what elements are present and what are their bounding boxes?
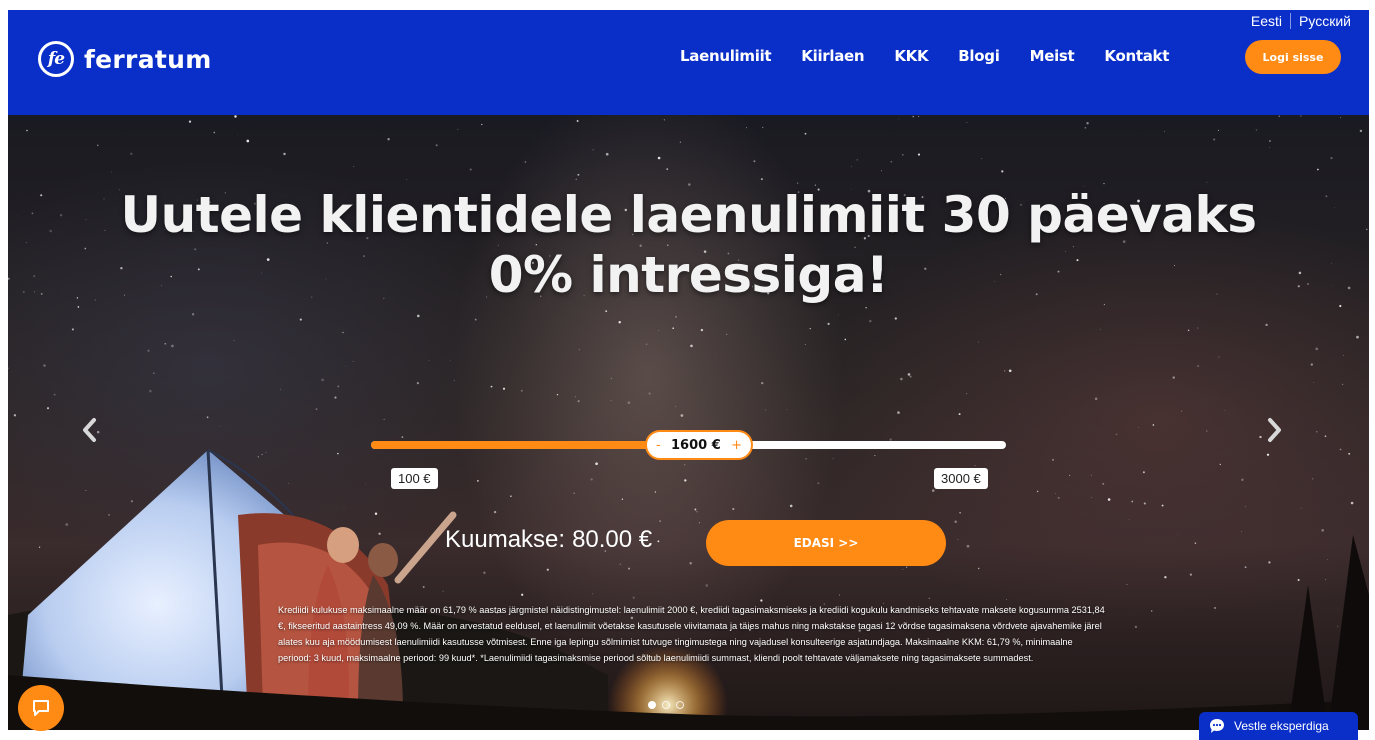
continue-button[interactable]: EDASI >>: [706, 520, 946, 566]
chevron-right-icon: [1268, 418, 1281, 442]
language-russian-link[interactable]: Русский: [1291, 13, 1359, 29]
carousel-dot[interactable]: [648, 701, 656, 709]
hero-headline: Uutele klientidele laenulimiit 30 päevak…: [8, 185, 1369, 305]
loan-amount-slider[interactable]: - 1600 € +: [371, 430, 1006, 460]
nav-item-kkk[interactable]: KKK: [894, 47, 928, 65]
slider-thumb[interactable]: - 1600 € +: [645, 430, 753, 460]
carousel-dot[interactable]: [676, 701, 684, 709]
carousel-dot[interactable]: [662, 701, 670, 709]
carousel-next-button[interactable]: [1260, 410, 1290, 450]
ferratum-logo[interactable]: fe ferratum: [38, 41, 212, 77]
expert-chat-button[interactable]: Vestle eksperdiga: [1199, 712, 1358, 740]
monthly-payment-value: 80.00 €: [572, 526, 653, 553]
nav-item-meist[interactable]: Meist: [1030, 47, 1075, 65]
nav-item-kontakt[interactable]: Kontakt: [1104, 47, 1169, 65]
hero-headline-line1: Uutele klientidele laenulimiit 30 päevak…: [120, 186, 1257, 244]
monthly-payment: Kuumakse: 80.00 €: [445, 526, 652, 554]
nav-item-blogi[interactable]: Blogi: [958, 47, 1000, 65]
nav-item-kiirlaen[interactable]: Kiirlaen: [801, 47, 864, 65]
carousel-prev-button[interactable]: [74, 410, 104, 450]
main-nav: Laenulimiit Kiirlaen KKK Blogi Meist Kon…: [680, 47, 1169, 65]
slider-value: 1600 €: [671, 437, 721, 453]
expert-chat-label: Vestle eksperdiga: [1234, 719, 1329, 733]
site-header: Eesti Русский fe ferratum Laenulimiit Ki…: [8, 10, 1369, 115]
increase-amount-button[interactable]: +: [731, 438, 742, 453]
nav-item-laenulimiit[interactable]: Laenulimiit: [680, 47, 772, 65]
slider-max-label: 3000 €: [934, 468, 988, 489]
decrease-amount-button[interactable]: -: [656, 438, 661, 453]
monthly-payment-label: Kuumakse:: [445, 526, 566, 553]
login-button[interactable]: Logi sisse: [1245, 40, 1341, 74]
chat-bubble-icon: [33, 700, 49, 716]
page-frame: Eesti Русский fe ferratum Laenulimiit Ki…: [8, 10, 1369, 730]
chevron-left-icon: [83, 418, 96, 442]
legal-disclaimer: Krediidi kulukuse maksimaalne määr on 61…: [278, 605, 1105, 663]
hero-banner: Uutele klientidele laenulimiit 30 päevak…: [8, 115, 1369, 730]
logo-mark-icon: fe: [38, 41, 74, 77]
logo-wordmark: ferratum: [84, 44, 212, 74]
chat-launcher-button[interactable]: [18, 685, 64, 731]
message-dots-icon: [1210, 719, 1224, 733]
carousel-indicators: [648, 701, 690, 709]
slider-min-label: 100 €: [391, 468, 438, 489]
language-estonian-link[interactable]: Eesti: [1243, 13, 1290, 29]
language-switcher: Eesti Русский: [1243, 13, 1359, 29]
hero-headline-line2: 0% intressiga!: [488, 246, 889, 304]
